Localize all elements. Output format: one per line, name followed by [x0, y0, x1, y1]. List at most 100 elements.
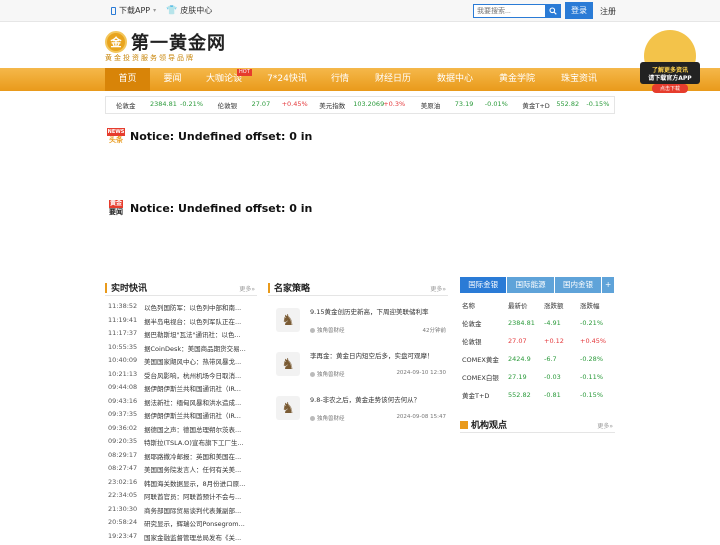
market-table: 名称 最新价 涨跌额 涨跌幅 伦敦金 2384.81 -4.91 -0.21% 伦敦银 27.0…	[462, 296, 614, 404]
flash-text: 商务部国际贸易谈判代表兼副部...	[144, 506, 242, 515]
flash-item[interactable]: 09:44:08 据伊朗伊斯兰共和国通讯社（IR...	[108, 383, 252, 396]
flash-item[interactable]: 09:43:16 据法新社：缅甸风暴和洪水造成...	[108, 397, 252, 410]
flash-time: 23:02:16	[108, 477, 138, 486]
flash-more-link[interactable]: 更多»	[239, 284, 255, 293]
table-row[interactable]: 伦敦金 2384.81 -4.91 -0.21%	[462, 314, 614, 332]
headline-notice: NEWS 头条 Notice: Undefined offset: 0 in	[106, 126, 312, 146]
flash-text: 据CoinDesk：美国商品期货交易...	[144, 344, 246, 353]
login-button[interactable]: 登录	[565, 2, 593, 19]
flash-title: 实时快讯	[111, 284, 148, 294]
notice-text: Notice: Undefined offset: 0 in	[130, 201, 313, 215]
nav-item-data[interactable]: 数据中心	[426, 68, 484, 91]
tab-add-button[interactable]: +	[602, 277, 615, 293]
nav-item-academy[interactable]: 黄金学院	[488, 68, 546, 91]
nav-item-flash[interactable]: 7*24快讯	[258, 68, 316, 91]
flash-text: 国家金融监督管理总局发布《关...	[144, 533, 242, 542]
flash-item[interactable]: 11:17:37 据巴勒斯坦"瓦法"通讯社：以色...	[108, 329, 252, 342]
flash-item[interactable]: 09:20:35 特斯拉(TSLA.O)宣布旗下工厂生...	[108, 437, 252, 450]
flash-time: 11:38:52	[108, 302, 138, 310]
institution-more-link[interactable]: 更多»	[597, 421, 613, 430]
nav-item-calendar[interactable]: 财经日历	[364, 68, 422, 91]
table-row[interactable]: COMEX黄金 2424.9 -6.7 -0.28%	[462, 350, 614, 368]
strategy-more-link[interactable]: 更多»	[430, 284, 446, 293]
logo-coin-icon: 金	[105, 31, 127, 53]
flash-text: 美国国家飓风中心：热带风暴戈...	[144, 358, 242, 366]
register-link[interactable]: 注册	[600, 6, 616, 17]
tab-intl-gold-silver[interactable]: 国际金银	[460, 277, 507, 293]
main-nav: 首页 要闻 大咖论谈 7*24快讯 行情 财经日历 数据中心 黄金学院 珠宝资讯	[0, 68, 720, 91]
strategy-item[interactable]: ♞ 9.8-非农之后，黄金走势该何去何从？ 独角兽财经 2024-09-08 15:4…	[276, 392, 446, 436]
horse-logo-icon: ♞	[276, 308, 300, 332]
flash-text: 以色列国防军：以色列中部和南...	[144, 304, 242, 312]
section-marker	[105, 282, 107, 293]
table-header: 名称 最新价 涨跌额 涨跌幅	[462, 302, 600, 310]
section-marker	[268, 282, 270, 293]
institution-header: 机构观点 更多»	[460, 417, 615, 433]
horse-logo-icon: ♞	[276, 352, 300, 376]
search-button[interactable]	[545, 4, 561, 18]
flash-text: 特斯拉(TSLA.O)宣布旗下工厂生...	[144, 439, 244, 447]
strategy-author: 独角兽财经	[310, 370, 345, 378]
nav-item-quotes[interactable]: 行情	[316, 68, 364, 91]
ticker-item[interactable]: 美元指数 103.2069 +0.3%	[309, 100, 411, 110]
gold-news-icon: 黄金 要闻	[108, 200, 123, 216]
site-logo[interactable]: 金 第一黄金网	[105, 29, 226, 55]
tab-domestic-gold-silver[interactable]: 国内金银	[554, 277, 602, 293]
shirt-icon: 👕	[166, 5, 178, 16]
skin-center-link[interactable]: 👕 皮肤中心	[166, 5, 212, 16]
strategy-item[interactable]: ♞ 李再金：黄金日内短空后多，实盘可观摩！ 独角兽财经 2024-09-10 12:3…	[276, 348, 446, 392]
strategy-item-title[interactable]: 9.8-非农之后，黄金走势该何去何从？	[310, 394, 446, 404]
strategy-time: 2024-09-10 12:30	[396, 370, 446, 376]
flash-item[interactable]: 21:30:30 商务部国际贸易谈判代表兼副部...	[108, 505, 252, 518]
flash-time: 10:55:35	[108, 342, 138, 351]
nav-item-jewelry[interactable]: 珠宝资讯	[550, 68, 608, 91]
promo-download-button[interactable]: 点击下载	[652, 85, 688, 93]
phone-icon	[111, 6, 116, 15]
institution-icon	[460, 420, 468, 429]
quote-ticker: 伦敦金 2384.81 -0.21% 伦敦银 27.07 +0.45% 美元指数 103.…	[105, 96, 615, 114]
strategy-author: 独角兽财经	[310, 414, 345, 422]
nav-item-news[interactable]: 要闻	[150, 68, 195, 91]
flash-text: 研究显示，辉瑞公司Ponsegrom...	[144, 520, 245, 528]
hot-badge: HOT	[237, 69, 252, 76]
flash-item[interactable]: 09:37:35 据伊朗伊斯兰共和国通讯社（IR...	[108, 410, 252, 423]
strategy-item-title[interactable]: 李再金：黄金日内短空后多，实盘可观摩！	[310, 350, 446, 360]
ticker-item[interactable]: 伦敦银 27.07 +0.45%	[208, 100, 310, 110]
ticker-item[interactable]: 美原油 73.19 -0.01%	[411, 100, 513, 110]
flash-item[interactable]: 08:27:47 美国国务院发言人：任何有关美...	[108, 464, 252, 477]
ticker-item[interactable]: 黄金T+D 552.82 -0.15%	[512, 100, 614, 110]
flash-item[interactable]: 10:55:35 据CoinDesk：美国商品期货交易...	[108, 343, 252, 356]
download-app-link[interactable]: 下载APP ▾	[111, 5, 156, 16]
skin-center-label: 皮肤中心	[180, 6, 213, 15]
flash-time: 09:43:16	[108, 396, 138, 405]
flash-item[interactable]: 20:58:24 研究显示，辉瑞公司Ponsegrom...	[108, 518, 252, 531]
table-row[interactable]: COMEX白银 27.19 -0.03 -0.11%	[462, 368, 614, 386]
notice-text: Notice: Undefined offset: 0 in	[130, 129, 313, 143]
tab-intl-energy[interactable]: 国际能源	[507, 277, 554, 293]
app-promo[interactable]: 了解更多资讯 请下载官方APP 点击下载	[634, 26, 706, 98]
flash-item[interactable]: 08:29:17 据耶路撒冷邮报：英国和美国在...	[108, 451, 252, 464]
strategy-item[interactable]: ♞ 9.15黄金创历史新高，下周迎美联储利率 独角兽财经 42分钟前	[276, 304, 446, 348]
flash-item[interactable]: 23:02:16 韩国海关数据显示，8月份进口原...	[108, 478, 252, 491]
strategy-author: 独角兽财经	[310, 326, 345, 334]
flash-time: 21:30:30	[108, 504, 138, 513]
horse-logo-icon: ♞	[276, 396, 300, 420]
flash-item[interactable]: 11:38:52 以色列国防军：以色列中部和南...	[108, 302, 252, 315]
search-icon	[549, 7, 557, 15]
strategy-item-title[interactable]: 9.15黄金创历史新高，下周迎美联储利率	[310, 306, 446, 316]
flash-item[interactable]: 19:23:47 国家金融监督管理总局发布《关...	[108, 532, 252, 545]
promo-line2: 请下载官方APP	[648, 75, 692, 82]
flash-item[interactable]: 10:21:13 受台风影响，杭州机场今日取消...	[108, 370, 252, 383]
table-row[interactable]: 黄金T+D 552.82 -0.81 -0.15%	[462, 386, 614, 404]
flash-item[interactable]: 11:19:41 据半岛电视台：以色列军队正在...	[108, 316, 252, 329]
ticker-item[interactable]: 伦敦金 2384.81 -0.21%	[106, 100, 208, 110]
flash-item[interactable]: 22:34:05 阿联酋官员：阿联酋预计不会与...	[108, 491, 252, 504]
strategy-header: 名家策略 更多»	[268, 280, 448, 296]
flash-item[interactable]: 10:40:09 美国国家飓风中心：热带风暴戈...	[108, 356, 252, 369]
table-row[interactable]: 伦敦银 27.07 +0.12 +0.45%	[462, 332, 614, 350]
nav-item-home[interactable]: 首页	[105, 68, 150, 91]
logo-name: 第一黄金网	[131, 33, 226, 54]
strategy-time: 42分钟前	[422, 328, 447, 334]
top-bar: 下载APP ▾ 👕 皮肤中心 登录 注册	[0, 0, 720, 22]
flash-item[interactable]: 09:36:02 据德国之声：德国总理朔尔茨表...	[108, 424, 252, 437]
